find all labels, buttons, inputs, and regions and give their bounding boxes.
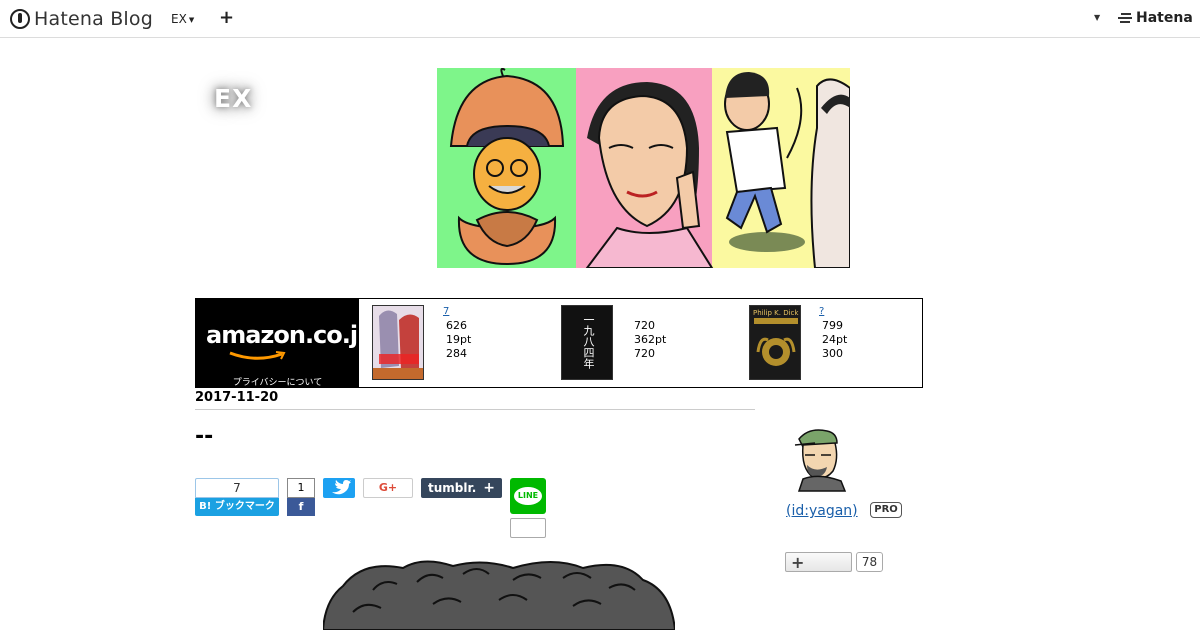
line-icon: LINE [514,487,542,505]
profile-name-link[interactable]: (id:yagan) [786,503,858,519]
plus-icon: + [483,480,495,496]
line-share-count [510,518,546,538]
header-illustration [437,68,850,268]
amazon-item[interactable]: 一九八四年 720 362pt 720 [561,299,741,387]
plus-icon: + [791,553,805,572]
hatena-logo-text: Hatena [1136,10,1193,26]
entry-image [323,560,675,630]
amazon-item-price: 626 [446,319,467,332]
tumblr-share-button[interactable]: tumblr. + [421,478,502,498]
amazon-item[interactable]: 7 626 19pt 284 [372,299,552,387]
amazon-item[interactable]: Philip K. Dick ? 799 24pt 300 [749,299,919,387]
book-cover-image[interactable]: 一九八四年 [561,305,613,380]
amazon-widget: amazon.co.jp プライバシーについて 7 626 19pt 284 一… [195,298,923,388]
amazon-privacy-link[interactable]: プライバシーについて [196,375,359,388]
amazon-item-link[interactable]: 7 [443,306,449,317]
twitter-share-button[interactable] [323,478,355,498]
facebook-icon[interactable]: f [287,498,315,516]
amazon-item-points: 24pt [822,333,848,346]
amazon-item-link[interactable]: ? [819,306,824,317]
new-entry-button[interactable]: + [219,8,234,28]
amazon-item-used-price: 284 [446,347,467,360]
avatar[interactable] [785,425,850,493]
hatena-blog-logo-icon [10,9,30,29]
amazon-logo[interactable]: amazon.co.jp プライバシーについて [196,299,374,388]
book-cover-image[interactable] [372,305,424,380]
hatena-blog-logo[interactable]: Hatena Blog [10,6,153,32]
blog-selector-label: EX [171,12,187,26]
blog-selector[interactable]: EX ▼ [171,12,194,26]
blog-title[interactable]: EX [214,84,252,113]
twitter-bird-icon [332,480,351,495]
facebook-share-button[interactable]: 1 f [287,478,315,518]
amazon-smile-icon [229,351,286,360]
divider [195,409,755,410]
line-share-button[interactable]: LINE [510,478,546,514]
follower-count: 78 [856,552,883,572]
tumblr-label: tumblr. [428,481,477,495]
user-menu-caret-icon[interactable]: ▼ [1094,13,1100,22]
book-cover-image[interactable]: Philip K. Dick [749,305,801,380]
google-plus-share-button[interactable]: G+ [363,478,413,498]
hatena-logo[interactable]: Hatena [1118,10,1193,26]
blog-header-image [437,68,850,268]
entry-title[interactable]: -- [195,424,213,449]
amazon-item-price: 720 [634,319,655,332]
pro-badge: PRO [870,502,902,518]
hatena-blog-logo-text: Hatena Blog [34,8,153,30]
amazon-item-points: 362pt [634,333,667,346]
hatena-bookmark-button[interactable]: 7 B! ブックマーク [195,478,279,518]
global-header: Hatena Blog EX ▼ + ▼ Hatena [0,0,1200,38]
amazon-item-price: 799 [822,319,843,332]
facebook-share-count: 1 [287,478,315,498]
follow-button[interactable]: + [785,552,852,572]
hatena-bookmark-label[interactable]: B! ブックマーク [195,498,279,516]
hatena-logo-icon [1118,12,1134,24]
hatena-bookmark-count[interactable]: 7 [195,478,279,498]
amazon-item-used-price: 720 [634,347,655,360]
entry-date[interactable]: 2017-11-20 [195,390,278,405]
amazon-item-points: 19pt [446,333,472,346]
caret-down-icon: ▼ [188,15,195,24]
amazon-logo-text: amazon.co.jp [206,321,374,349]
book-cover-title: 一九八四年 [582,314,595,369]
amazon-item-used-price: 300 [822,347,843,360]
